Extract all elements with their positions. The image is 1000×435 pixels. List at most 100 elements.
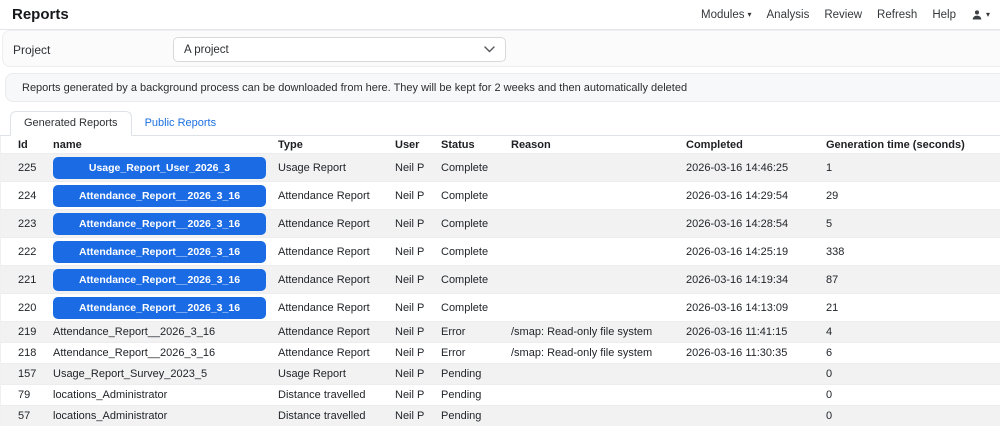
cell-completed: 2026-03-16 14:29:54 bbox=[686, 189, 789, 202]
cell-status: Complete bbox=[441, 301, 489, 314]
cell-generation-time: 21 bbox=[826, 301, 839, 314]
menu-modules[interactable]: Modules ▾ bbox=[701, 9, 751, 21]
header-type: Type bbox=[278, 138, 303, 151]
cell-id: 218 bbox=[18, 347, 37, 359]
menu-refresh[interactable]: Refresh bbox=[877, 9, 917, 21]
cell-completed: 2026-03-16 11:41:15 bbox=[686, 326, 788, 338]
cell-name: locations_Administrator bbox=[53, 389, 168, 401]
cell-user: Neil P bbox=[395, 368, 425, 380]
project-select[interactable]: A project bbox=[173, 37, 506, 62]
cell-name: locations_Administrator bbox=[53, 410, 168, 422]
report-download-button[interactable]: Attendance_Report__2026_3_16 bbox=[53, 212, 266, 235]
cell-user: Neil P bbox=[395, 161, 425, 174]
cell-status: Complete bbox=[441, 161, 489, 174]
tab-bar: Generated Reports Public Reports bbox=[0, 111, 1000, 136]
menu-review[interactable]: Review bbox=[824, 9, 862, 21]
cell-user: Neil P bbox=[395, 301, 425, 314]
cell-id: 221 bbox=[18, 273, 37, 286]
info-notice: Reports generated by a background proces… bbox=[5, 73, 1000, 102]
cell-generation-time: 5 bbox=[826, 217, 833, 230]
cell-completed: 2026-03-16 14:46:25 bbox=[686, 161, 789, 174]
cell-id: 225 bbox=[18, 161, 37, 174]
cell-generation-time: 0 bbox=[826, 368, 833, 380]
cell-status: Pending bbox=[441, 389, 482, 401]
menu-analysis[interactable]: Analysis bbox=[767, 9, 810, 21]
top-navbar: Reports Modules ▾ Analysis Review Refres… bbox=[0, 0, 1000, 30]
table-body: 225 Usage_Report_User_2026_3 Usage Repor… bbox=[1, 153, 1000, 426]
cell-id: 79 bbox=[18, 389, 31, 401]
project-panel: Project A project bbox=[2, 30, 1000, 67]
cell-status: Complete bbox=[441, 189, 489, 202]
cell-generation-time: 87 bbox=[826, 273, 839, 286]
report-download-button[interactable]: Attendance_Report__2026_3_16 bbox=[53, 296, 266, 319]
chevron-down-icon: ▾ bbox=[985, 9, 990, 19]
cell-name: Attendance_Report__2026_3_16 bbox=[53, 347, 216, 359]
cell-generation-time: 0 bbox=[826, 410, 833, 422]
cell-id: 219 bbox=[18, 326, 37, 338]
cell-status: Pending bbox=[441, 410, 482, 422]
table-header-row: Id name Type User Status Reason Complete… bbox=[1, 136, 1000, 153]
cell-user: Neil P bbox=[395, 347, 425, 359]
menu-modules-label: Modules bbox=[701, 8, 745, 21]
cell-user: Neil P bbox=[395, 273, 425, 286]
cell-name: Usage_Report_Survey_2023_5 bbox=[53, 368, 208, 380]
cell-completed: 2026-03-16 11:30:35 bbox=[686, 347, 788, 359]
report-download-button[interactable]: Attendance_Report__2026_3_16 bbox=[53, 240, 266, 263]
header-name: name bbox=[53, 138, 82, 151]
chevron-down-icon: ▾ bbox=[747, 9, 752, 19]
report-download-button[interactable]: Attendance_Report__2026_3_16 bbox=[53, 268, 266, 291]
reports-table: Id name Type User Status Reason Complete… bbox=[0, 136, 1000, 426]
table-row: 224 Attendance_Report__2026_3_16 Attenda… bbox=[1, 181, 1000, 209]
cell-completed: 2026-03-16 14:19:34 bbox=[686, 273, 789, 286]
cell-type: Attendance Report bbox=[278, 189, 370, 202]
cell-type: Distance travelled bbox=[278, 410, 366, 422]
table-row: 225 Usage_Report_User_2026_3 Usage Repor… bbox=[1, 153, 1000, 181]
table-row: 79 locations_Administrator Distance trav… bbox=[1, 384, 1000, 405]
cell-user: Neil P bbox=[395, 326, 425, 338]
table-row: 221 Attendance_Report__2026_3_16 Attenda… bbox=[1, 265, 1000, 293]
table-row: 219 Attendance_Report__2026_3_16 Attenda… bbox=[1, 321, 1000, 342]
cell-name: Attendance_Report__2026_3_16 bbox=[53, 326, 216, 338]
tab-public-reports[interactable]: Public Reports bbox=[132, 112, 230, 135]
header-completed: Completed bbox=[686, 138, 743, 151]
cell-completed: 2026-03-16 14:25:19 bbox=[686, 245, 789, 258]
cell-id: 157 bbox=[18, 368, 37, 380]
page-title: Reports bbox=[12, 6, 69, 23]
tab-generated-reports[interactable]: Generated Reports bbox=[10, 111, 132, 136]
project-label: Project bbox=[13, 43, 51, 57]
header-user: User bbox=[395, 138, 420, 151]
cell-generation-time: 0 bbox=[826, 389, 833, 401]
cell-generation-time: 6 bbox=[826, 347, 833, 359]
cell-type: Attendance Report bbox=[278, 301, 370, 314]
cell-type: Attendance Report bbox=[278, 347, 370, 359]
cell-reason: /smap: Read-only file system bbox=[511, 326, 653, 338]
cell-id: 57 bbox=[18, 410, 31, 422]
cell-type: Attendance Report bbox=[278, 217, 370, 230]
menu-help[interactable]: Help bbox=[932, 9, 956, 21]
cell-id: 220 bbox=[18, 301, 37, 314]
cell-completed: 2026-03-16 14:28:54 bbox=[686, 217, 789, 230]
cell-user: Neil P bbox=[395, 410, 425, 422]
table-row: 57 locations_Administrator Distance trav… bbox=[1, 405, 1000, 426]
cell-type: Attendance Report bbox=[278, 273, 370, 286]
cell-status: Complete bbox=[441, 273, 489, 286]
cell-generation-time: 4 bbox=[826, 326, 833, 338]
cell-status: Pending bbox=[441, 368, 482, 380]
cell-status: Error bbox=[441, 326, 466, 338]
report-download-button[interactable]: Attendance_Report__2026_3_16 bbox=[53, 184, 266, 207]
nav-menu: Modules ▾ Analysis Review Refresh Help ▾ bbox=[701, 9, 990, 21]
cell-type: Usage Report bbox=[278, 161, 346, 174]
cell-generation-time: 338 bbox=[826, 245, 845, 258]
header-id: Id bbox=[18, 138, 28, 151]
cell-user: Neil P bbox=[395, 217, 425, 230]
table-row: 157 Usage_Report_Survey_2023_5 Usage Rep… bbox=[1, 363, 1000, 384]
header-status: Status bbox=[441, 138, 475, 151]
cell-status: Error bbox=[441, 347, 466, 359]
report-download-button[interactable]: Usage_Report_User_2026_3 bbox=[53, 156, 266, 179]
cell-status: Complete bbox=[441, 217, 489, 230]
cell-status: Complete bbox=[441, 245, 489, 258]
user-menu[interactable]: ▾ bbox=[971, 9, 990, 21]
table-row: 223 Attendance_Report__2026_3_16 Attenda… bbox=[1, 209, 1000, 237]
table-row: 218 Attendance_Report__2026_3_16 Attenda… bbox=[1, 342, 1000, 363]
table-row: 220 Attendance_Report__2026_3_16 Attenda… bbox=[1, 293, 1000, 321]
